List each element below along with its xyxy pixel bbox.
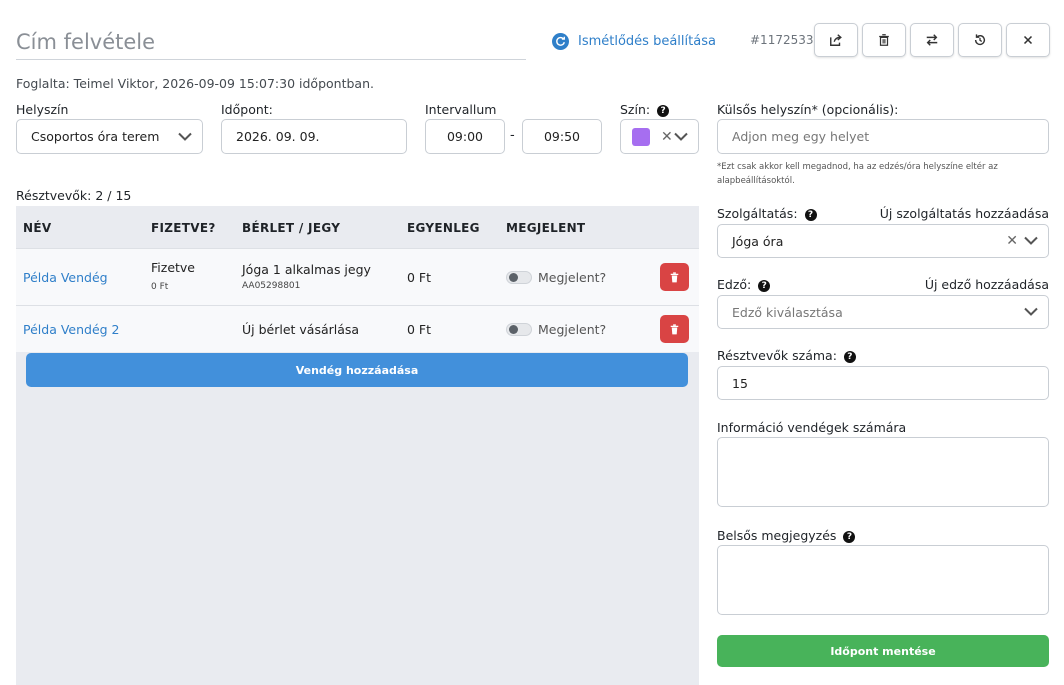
close-button[interactable]	[1006, 23, 1050, 57]
column-header-attended: MEGJELENT	[506, 221, 586, 235]
location-value: Csoportos óra terem	[31, 129, 160, 144]
column-header-paid: FIZETVE?	[151, 221, 216, 235]
add-trainer-link[interactable]: Új edző hozzáadása	[925, 277, 1049, 292]
attended-toggle[interactable]	[506, 271, 532, 284]
add-service-link[interactable]: Új szolgáltatás hozzáadása	[880, 206, 1049, 221]
share-icon	[830, 34, 842, 46]
trainer-label-wrap: Edző:?	[717, 277, 771, 292]
swap-icon	[926, 34, 938, 46]
guest-info-textarea[interactable]	[717, 437, 1049, 507]
paid-status: Fizetve	[151, 260, 195, 275]
clear-icon[interactable]: ✕	[1006, 233, 1018, 249]
title-input[interactable]: Cím felvétele	[16, 24, 526, 60]
interval-end-input[interactable]: 09:50	[522, 119, 602, 154]
participants-number-label-wrap: Résztvevők száma:?	[717, 348, 856, 363]
column-header-pass: BÉRLET / JEGY	[242, 221, 341, 235]
share-button[interactable]	[814, 23, 858, 57]
interval-separator: -	[510, 128, 515, 143]
recurrence-link[interactable]: Ismétlődés beállítása	[552, 31, 716, 51]
paid-amount: 0 Ft	[151, 282, 169, 292]
service-select[interactable]: Jóga óra ✕	[717, 224, 1049, 258]
chevron-down-icon	[1024, 236, 1038, 245]
recurrence-label: Ismétlődés beállítása	[578, 33, 716, 49]
location-label: Helyszín	[16, 102, 69, 117]
attended-toggle[interactable]	[506, 323, 532, 336]
help-icon[interactable]: ?	[843, 350, 856, 363]
column-header-name: NÉV	[23, 221, 52, 235]
balance-value: 0 Ft	[407, 322, 432, 337]
external-location-hint: *Ezt csak akkor kell megadnod, ha az edz…	[717, 162, 998, 186]
internal-note-textarea[interactable]	[717, 545, 1049, 615]
history-button[interactable]	[958, 23, 1002, 57]
booked-by-text: Foglalta: Teimel Viktor, 2026-09-09 15:0…	[16, 76, 374, 91]
chevron-down-icon	[674, 132, 688, 141]
color-label-wrap: Szín:?	[620, 102, 670, 117]
column-header-balance: EGYENLEG	[407, 221, 480, 235]
trash-icon	[670, 271, 679, 282]
clear-icon[interactable]: ✕	[661, 129, 673, 145]
guest-name-link[interactable]: Példa Vendég 2	[23, 322, 120, 337]
history-icon	[974, 34, 986, 46]
trainer-label: Edző:	[717, 277, 752, 292]
trainer-placeholder: Edző kiválasztása	[732, 304, 843, 320]
external-location-placeholder: Adjon meg egy helyet	[732, 129, 870, 144]
internal-note-label-wrap: Belsős megjegyzés?	[717, 528, 856, 543]
date-input[interactable]: 2026. 09. 09.	[221, 119, 407, 154]
help-icon[interactable]: ?	[804, 208, 817, 221]
interval-end-value: 09:50	[543, 129, 581, 144]
internal-note-label: Belsős megjegyzés	[717, 528, 837, 543]
attended-toggle-wrap[interactable]: Megjelent?	[506, 270, 606, 285]
color-swatch	[632, 127, 650, 146]
service-value: Jóga óra	[732, 233, 784, 249]
delete-guest-button[interactable]	[660, 315, 689, 343]
guest-name-link[interactable]: Példa Vendég	[23, 270, 108, 285]
help-icon[interactable]: ?	[657, 104, 670, 117]
service-label-wrap: Szolgáltatás:?	[717, 206, 817, 221]
add-guest-button[interactable]: Vendég hozzáadása	[26, 353, 688, 387]
pass-name: Jóga 1 alkalmas jegy	[242, 262, 371, 277]
interval-label: Intervallum	[425, 102, 497, 117]
attended-label: Megjelent?	[538, 270, 607, 285]
chevron-down-icon	[178, 132, 192, 141]
trash-icon	[670, 323, 679, 334]
trainer-select[interactable]: Edző kiválasztása	[717, 295, 1049, 329]
guest-info-label: Információ vendégek számára	[717, 420, 907, 435]
swap-button[interactable]	[910, 23, 954, 57]
interval-start-value: 09:00	[446, 129, 484, 144]
event-id: #1172533	[750, 33, 814, 47]
delete-event-button[interactable]	[862, 23, 906, 57]
help-icon[interactable]: ?	[758, 279, 771, 292]
attended-label: Megjelent?	[538, 322, 607, 337]
attended-toggle-wrap[interactable]: Megjelent?	[506, 322, 606, 337]
participants-number-label: Résztvevők száma:	[717, 348, 837, 363]
date-value: 2026. 09. 09.	[236, 129, 320, 144]
participants-number-value: 15	[732, 375, 748, 391]
pass-code: AA05298801	[242, 281, 301, 291]
buy-pass-link[interactable]: Új bérlet vásárlása	[242, 322, 359, 337]
color-select[interactable]: ✕	[620, 119, 699, 154]
date-label: Időpont:	[221, 102, 273, 117]
participants-number-input[interactable]: 15	[717, 366, 1049, 400]
close-icon	[1023, 35, 1033, 45]
help-icon[interactable]: ?	[843, 530, 856, 543]
external-location-label: Külsős helyszín* (opcionális):	[717, 102, 899, 117]
trash-icon	[879, 34, 889, 46]
save-button[interactable]: Időpont mentése	[717, 635, 1049, 667]
chevron-down-icon	[1024, 307, 1038, 316]
service-label: Szolgáltatás:	[717, 206, 798, 221]
refresh-icon	[552, 32, 569, 50]
color-label: Szín:	[620, 102, 651, 117]
interval-start-input[interactable]: 09:00	[425, 119, 505, 154]
participants-count: Résztvevők: 2 / 15	[16, 188, 132, 203]
external-location-input[interactable]: Adjon meg egy helyet	[717, 119, 1049, 154]
delete-guest-button[interactable]	[660, 263, 689, 291]
location-select[interactable]: Csoportos óra terem	[16, 119, 203, 154]
balance-value: 0 Ft	[407, 270, 432, 285]
